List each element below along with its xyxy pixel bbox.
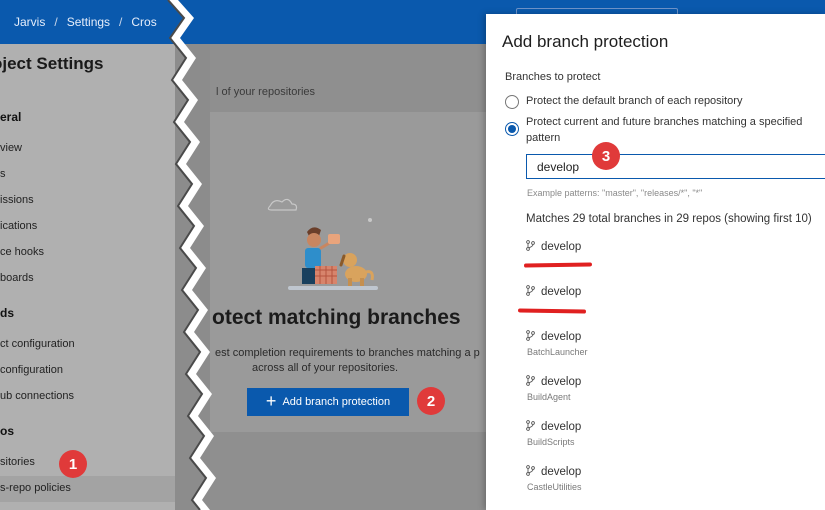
radio-default-branch-label[interactable]: Protect the default branch of each repos…: [526, 93, 742, 109]
branch-icon: [526, 285, 535, 299]
breadcrumb-separator: /: [54, 15, 58, 29]
breadcrumb-item[interactable]: Settings: [67, 15, 110, 29]
add-branch-protection-label: Add branch protection: [282, 396, 391, 408]
branch-result-item: develop: [526, 465, 581, 479]
sidebar-title: oject Settings: [0, 54, 104, 73]
empty-state-description: across all of your repositories.: [252, 362, 399, 374]
branch-icon: [526, 420, 535, 434]
sidebar-item[interactable]: ct configuration: [0, 338, 75, 350]
sidebar-item[interactable]: ub connections: [0, 390, 74, 402]
page-subtitle: l of your repositories: [216, 86, 316, 98]
radio-pattern-label-cont[interactable]: pattern: [526, 130, 560, 146]
breadcrumb-item[interactable]: Jarvis: [14, 15, 45, 29]
branches-to-protect-label: Branches to protect: [505, 71, 601, 83]
branch-result-item: develop: [526, 330, 581, 344]
sidebar-item[interactable]: boards: [0, 272, 34, 284]
empty-state-title: otect matching branches: [212, 306, 461, 329]
example-patterns-hint: Example patterns: "master", "releases/*"…: [527, 188, 703, 198]
repository-name: BuildScripts: [527, 437, 575, 447]
radio-pattern[interactable]: [505, 122, 519, 136]
breadcrumb: Jarvis / Settings / Cros: [14, 15, 157, 29]
branch-name: develop: [541, 421, 582, 433]
sidebar-section-header: eral: [0, 110, 22, 124]
plus-icon: +: [265, 391, 277, 411]
branch-name: develop: [541, 376, 582, 388]
branch-icon: [526, 465, 535, 479]
repository-name: BuildAgent: [527, 392, 571, 402]
panel-title: Add branch protection: [502, 32, 669, 51]
branch-result-item: develop: [526, 375, 581, 389]
callout-1: 1: [59, 450, 87, 478]
branch-name: develop: [541, 286, 582, 298]
breadcrumb-separator: /: [119, 15, 123, 29]
annotation-underline: [523, 262, 593, 268]
sidebar: oject Settings eral view s issions ications c…: [0, 44, 175, 510]
sidebar-item[interactable]: issions: [0, 194, 34, 206]
matches-summary: Matches 29 total branches in 29 repos (s…: [526, 213, 812, 225]
branch-icon: [526, 375, 535, 389]
sidebar-item[interactable]: sitories: [0, 456, 35, 468]
add-branch-protection-panel: Add branch protection Branches to protec…: [486, 14, 825, 510]
callout-2: 2: [417, 387, 445, 415]
sidebar-item[interactable]: s-repo policies: [0, 482, 71, 494]
radio-pattern-label[interactable]: Protect current and future branches matc…: [526, 114, 802, 130]
sidebar-item[interactable]: configuration: [0, 364, 63, 376]
sidebar-section-header: ds: [0, 306, 15, 320]
sidebar-item[interactable]: view: [0, 142, 22, 154]
branch-pattern-input[interactable]: [526, 154, 825, 179]
sidebar-item[interactable]: ications: [0, 220, 37, 232]
branch-result-item: develop: [526, 240, 581, 254]
branch-name: develop: [541, 241, 582, 253]
torn-edge-divider: [167, 0, 216, 510]
callout-3: 3: [592, 142, 620, 170]
branch-name: develop: [541, 331, 582, 343]
branch-icon: [526, 240, 535, 254]
empty-state-description: est completion requirements to branches …: [215, 347, 480, 359]
empty-state-illustration: [267, 198, 378, 290]
sidebar-item[interactable]: s: [0, 168, 6, 180]
branch-result-item: develop: [526, 285, 581, 299]
branch-name: develop: [541, 466, 582, 478]
add-branch-protection-button[interactable]: + Add branch protection: [247, 388, 409, 416]
annotation-underline: [517, 308, 587, 314]
repository-name: CastleUtilities: [527, 482, 582, 492]
repository-name: BatchLauncher: [527, 347, 588, 357]
sidebar-item[interactable]: ce hooks: [0, 246, 44, 258]
branch-result-item: develop: [526, 420, 581, 434]
radio-default-branch[interactable]: [505, 95, 519, 109]
sidebar-section-header: os: [0, 424, 15, 438]
branch-icon: [526, 330, 535, 344]
